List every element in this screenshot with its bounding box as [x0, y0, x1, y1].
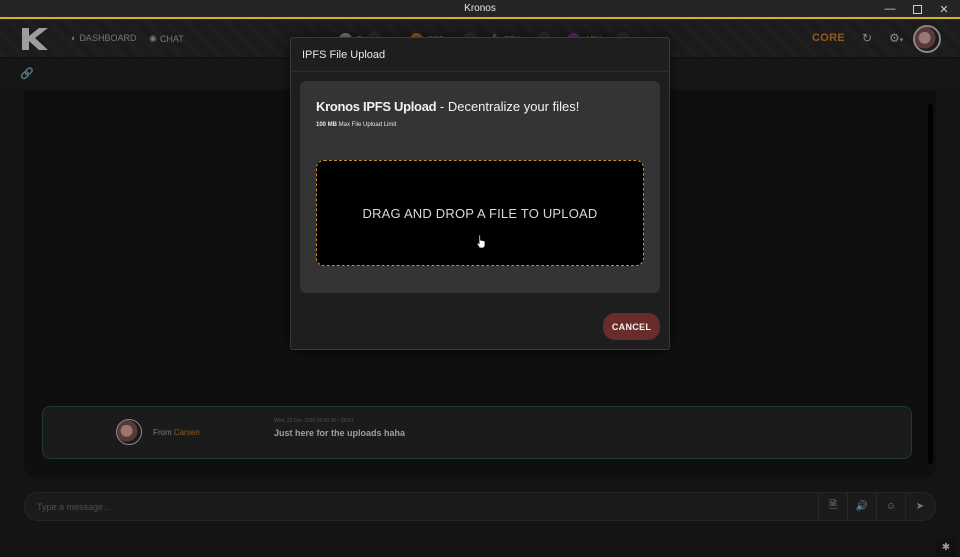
nav-chat[interactable]: ◉ CHAT: [149, 33, 184, 44]
file-dropzone[interactable]: DRAG AND DROP A FILE TO UPLOAD: [316, 160, 644, 266]
nav-dashboard-label: DASHBOARD: [79, 33, 137, 43]
title-bar: Kronos — ✕: [0, 0, 960, 19]
send-icon[interactable]: ➤: [905, 493, 934, 520]
message-text: Just here for the uploads haha: [274, 428, 406, 438]
kronos-logo[interactable]: [20, 26, 50, 52]
user-avatar[interactable]: [913, 25, 941, 53]
chat-message: From Carsen Wed, 23 Dec 2020 05:50:35 • …: [42, 406, 912, 459]
cancel-button[interactable]: CANCEL: [603, 313, 660, 340]
message-sender: From Carsen: [153, 428, 200, 437]
chat-icon: ◉: [149, 33, 157, 43]
audio-icon[interactable]: 🔊: [847, 493, 876, 520]
emoji-icon[interactable]: ☺: [876, 493, 905, 520]
window-title: Kronos: [464, 3, 496, 14]
modal-title: IPFS File Upload: [302, 49, 386, 61]
nav-chat-label: CHAT: [159, 33, 184, 44]
chat-scrollbar[interactable]: [928, 104, 933, 464]
pointer-cursor-icon: [476, 234, 486, 249]
message-timestamp: Wed, 23 Dec 2020 05:50:35 • SENT: [274, 418, 355, 424]
refresh-icon[interactable]: ↻: [862, 31, 872, 45]
settings-corner-icon[interactable]: ✱: [936, 538, 956, 556]
message-composer: 🗎 🔊 ☺ ➤: [24, 492, 936, 521]
core-label[interactable]: CORE: [812, 32, 845, 44]
minimize-icon[interactable]: —: [877, 1, 903, 17]
app-window: Kronos — ✕ ◐ DASHBOARD ◉ CHAT B › BTC ›: [0, 0, 960, 557]
nav-dashboard[interactable]: ◐ DASHBOARD: [71, 33, 136, 43]
ipfs-upload-modal: IPFS File Upload Kronos IPFS Upload - De…: [290, 37, 670, 350]
upload-limit: 100 MB Max File Upload Limit: [316, 122, 397, 128]
message-input[interactable]: [37, 499, 797, 515]
close-icon[interactable]: ✕: [931, 1, 957, 17]
sender-name[interactable]: Carsen: [174, 428, 200, 437]
maximize-icon[interactable]: [904, 1, 930, 17]
modal-divider: [291, 71, 669, 72]
link-icon[interactable]: 🔗: [20, 67, 34, 80]
upload-heading: Kronos IPFS Upload - Decentralize your f…: [316, 99, 580, 114]
sender-avatar: [116, 419, 142, 445]
dashboard-icon: ◐: [71, 33, 77, 43]
gear-icon[interactable]: ⚙▾: [889, 31, 903, 45]
attach-file-icon[interactable]: 🗎: [818, 493, 847, 520]
dropzone-label: DRAG AND DROP A FILE TO UPLOAD: [362, 206, 598, 221]
upload-card: Kronos IPFS Upload - Decentralize your f…: [300, 81, 660, 293]
